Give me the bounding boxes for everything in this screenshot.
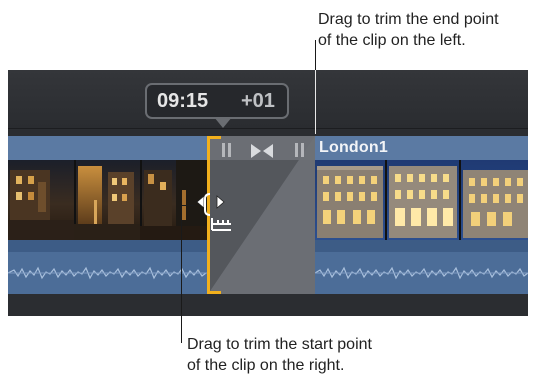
pause-bars-icon-right: [295, 143, 305, 162]
left-clip-filmstrip: [8, 160, 208, 240]
callout-trim-end-point: Drag to trim the end point of the clip o…: [318, 9, 499, 51]
leader-line-start-point-horizontal: [181, 205, 195, 206]
timeline: London1 09:15 +01: [8, 70, 528, 316]
timecode-value: 09:15: [157, 90, 209, 112]
left-clip-header[interactable]: [8, 136, 208, 160]
leader-line-start-point: [181, 205, 182, 343]
right-clip-name: London1: [319, 139, 388, 156]
ruler-divider: [8, 128, 528, 129]
callout-trim-start-line1: Drag to trim the start point: [187, 336, 372, 353]
timecode-offset: +01: [241, 90, 275, 112]
right-clip-thumbnails[interactable]: [315, 160, 528, 240]
callout-trim-end-line1: Drag to trim the end point: [318, 11, 499, 28]
timecode-tooltip: 09:15 +01: [145, 83, 289, 119]
callout-trim-end-line2: of the clip on the left.: [318, 32, 466, 49]
trim-edge-bracket-bottom[interactable]: [207, 291, 221, 294]
callout-trim-start-line2: of the clip on the right.: [187, 357, 345, 374]
leader-line-end-point-inner: [315, 70, 316, 134]
tooltip-pointer: [214, 117, 232, 128]
bowtie-transition-icon: [251, 144, 273, 163]
left-clip-thumbnails[interactable]: [8, 160, 208, 240]
callout-trim-start-point: Drag to trim the start point of the clip…: [187, 334, 372, 376]
pause-bars-icon: [222, 143, 232, 162]
trim-cursor-icon: [195, 192, 239, 245]
right-clip-filmstrip: [315, 160, 528, 240]
timeline-bottom-strip: [8, 294, 528, 316]
